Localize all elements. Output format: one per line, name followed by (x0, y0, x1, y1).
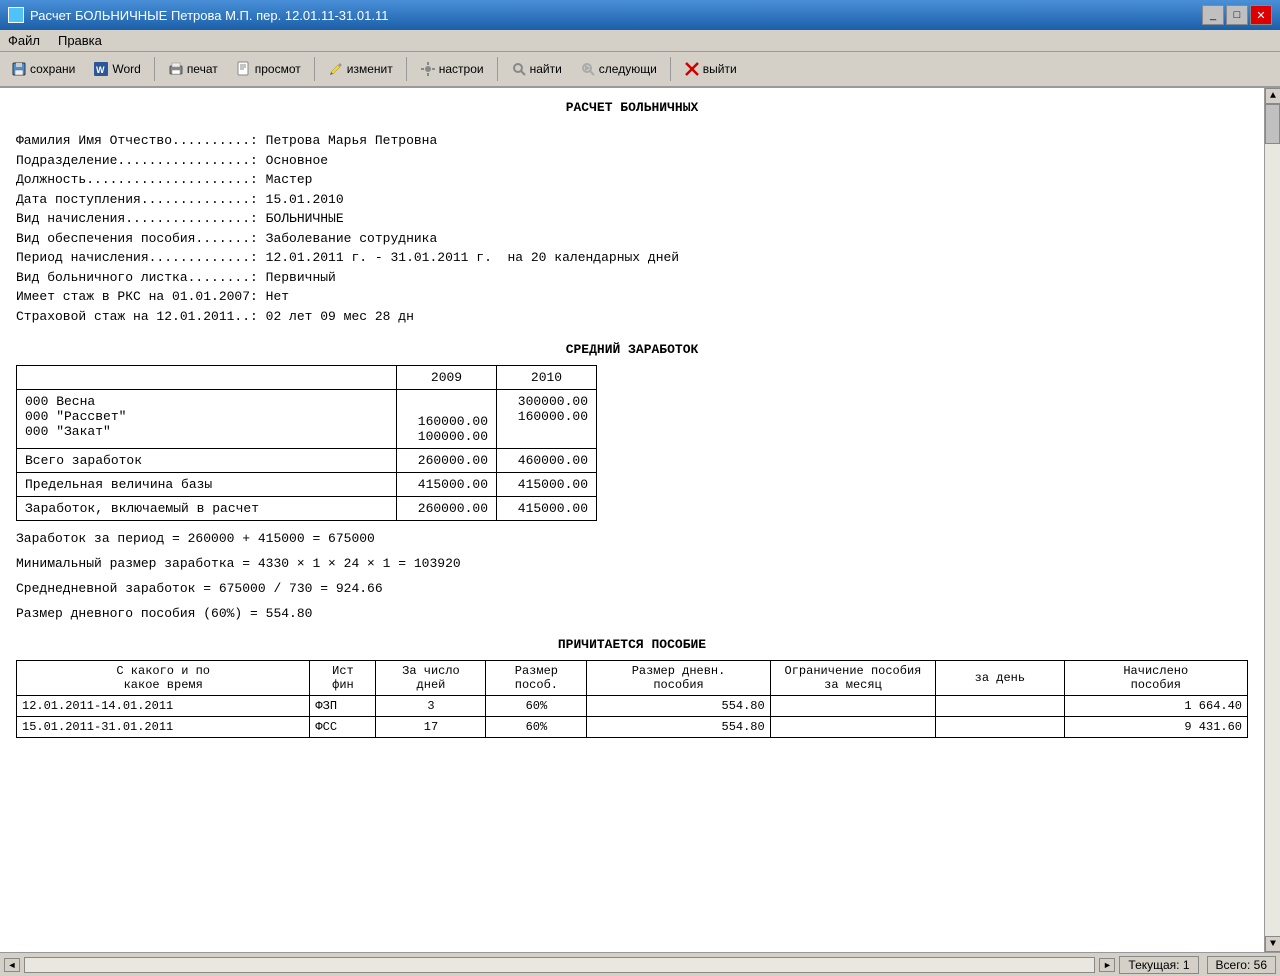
status-bar: ◄ ► Текущая: 1 Всего: 56 (0, 952, 1280, 976)
exit-button[interactable]: выйти (677, 55, 744, 83)
scroll-track[interactable] (1265, 104, 1280, 936)
benefit-row-1: 15.01.2011-31.01.2011 ФСС 17 60% 554.80 … (17, 716, 1248, 737)
title-bar: Расчет БОЛЬНИЧНЫЕ Петрова М.П. пер. 12.0… (0, 0, 1280, 30)
formula-1: Минимальный размер заработка = 4330 × 1 … (16, 556, 1248, 571)
app-icon (8, 7, 24, 23)
info-line-2: Должность.....................: Мастер (16, 170, 1248, 190)
info-line-7: Вид больничного листка........: Первичны… (16, 268, 1248, 288)
doc-title: РАСЧЕТ БОЛЬНИЧНЫХ (16, 100, 1248, 115)
settings-button[interactable]: настрои (413, 55, 491, 83)
scroll-left-button[interactable]: ◄ (4, 958, 20, 972)
earnings-header: 2009 2010 (17, 366, 597, 390)
sep1 (154, 57, 155, 81)
benefit-row-0: 12.01.2011-14.01.2011 ФЗП 3 60% 554.80 1… (17, 695, 1248, 716)
formula-3: Размер дневного пособия (60%) = 554.80 (16, 606, 1248, 621)
minimize-button[interactable]: _ (1202, 5, 1224, 25)
current-page: Текущая: 1 (1119, 956, 1198, 974)
sep5 (670, 57, 671, 81)
scroll-right-button[interactable]: ► (1099, 958, 1115, 972)
avg-earnings-title: СРЕДНИЙ ЗАРАБОТОК (16, 342, 1248, 357)
next-icon (580, 61, 596, 77)
toolbar: сохрани W Word печат просмот изменит нас… (0, 52, 1280, 88)
word-label: Word (112, 62, 140, 76)
scroll-thumb[interactable] (1265, 104, 1280, 144)
find-button[interactable]: найти (504, 55, 569, 83)
sep2 (314, 57, 315, 81)
formula-2: Среднедневной заработок = 675000 / 730 =… (16, 581, 1248, 596)
info-line-4: Вид начисления................: БОЛЬНИЧН… (16, 209, 1248, 229)
find-icon (511, 61, 527, 77)
word-icon: W (93, 61, 109, 77)
print-label: печат (187, 62, 218, 76)
save-label: сохрани (30, 62, 75, 76)
horizontal-scrollbar[interactable] (24, 957, 1095, 973)
info-line-1: Подразделение.................: Основное (16, 151, 1248, 171)
formula-0: Заработок за период = 260000 + 415000 = … (16, 531, 1248, 546)
vertical-scrollbar[interactable]: ▲ ▼ (1264, 88, 1280, 952)
title-bar-text: Расчет БОЛЬНИЧНЫЕ Петрова М.П. пер. 12.0… (30, 8, 388, 23)
preview-label: просмот (255, 62, 301, 76)
info-line-6: Период начисления.............: 12.01.20… (16, 248, 1248, 268)
benefit-header: С какого и покакое время Истфин За число… (17, 660, 1248, 695)
find-label: найти (530, 62, 562, 76)
table-row-total3: Заработок, включаемый в расчет 260000.00… (17, 496, 597, 520)
info-line-3: Дата поступления..............: 15.01.20… (16, 190, 1248, 210)
settings-icon (420, 61, 436, 77)
earnings-table: 2009 2010 000 Весна 000 "Рассвет" 000 "З… (16, 365, 597, 521)
preview-button[interactable]: просмот (229, 55, 308, 83)
exit-label: выйти (703, 62, 737, 76)
info-line-5: Вид обеспечения пособия.......: Заболева… (16, 229, 1248, 249)
sep4 (497, 57, 498, 81)
content-area: РАСЧЕТ БОЛЬНИЧНЫХ Фамилия Имя Отчество..… (0, 88, 1264, 952)
total-pages: Всего: 56 (1207, 956, 1276, 974)
edit-button[interactable]: изменит (321, 55, 400, 83)
info-line-9: Страховой стаж на 12.01.2011..: 02 лет 0… (16, 307, 1248, 327)
save-button[interactable]: сохрани (4, 55, 82, 83)
info-line-0: Фамилия Имя Отчество..........: Петрова … (16, 131, 1248, 151)
close-button[interactable]: ✕ (1250, 5, 1272, 25)
print-button[interactable]: печат (161, 55, 225, 83)
benefit-table: С какого и покакое время Истфин За число… (16, 660, 1248, 738)
sep3 (406, 57, 407, 81)
next-label: следующи (599, 62, 657, 76)
edit-label: изменит (347, 62, 393, 76)
menu-bar: Файл Правка (0, 30, 1280, 52)
benefit-title: ПРИЧИТАЕТСЯ ПОСОБИЕ (16, 637, 1248, 652)
settings-label: настрои (439, 62, 484, 76)
edit-icon (328, 61, 344, 77)
exit-icon (684, 61, 700, 77)
menu-file[interactable]: Файл (4, 32, 44, 49)
preview-icon (236, 61, 252, 77)
word-button[interactable]: W Word (86, 55, 147, 83)
info-section: Фамилия Имя Отчество..........: Петрова … (16, 131, 1248, 326)
status-info: Текущая: 1 Всего: 56 (1119, 956, 1276, 974)
save-icon (11, 61, 27, 77)
svg-text:W: W (96, 65, 105, 75)
next-button[interactable]: следующи (573, 55, 664, 83)
table-row: 000 Весна 000 "Рассвет" 000 "Закат" 1600… (17, 390, 597, 449)
print-icon (168, 61, 184, 77)
scroll-up-button[interactable]: ▲ (1265, 88, 1280, 104)
scroll-down-button[interactable]: ▼ (1265, 936, 1280, 952)
menu-edit[interactable]: Правка (54, 32, 106, 49)
info-line-8: Имеет стаж в РКС на 01.01.2007: Нет (16, 287, 1248, 307)
table-row-total2: Предельная величина базы 415000.00 41500… (17, 472, 597, 496)
maximize-button[interactable]: □ (1226, 5, 1248, 25)
table-row-total1: Всего заработок 260000.00 460000.00 (17, 448, 597, 472)
